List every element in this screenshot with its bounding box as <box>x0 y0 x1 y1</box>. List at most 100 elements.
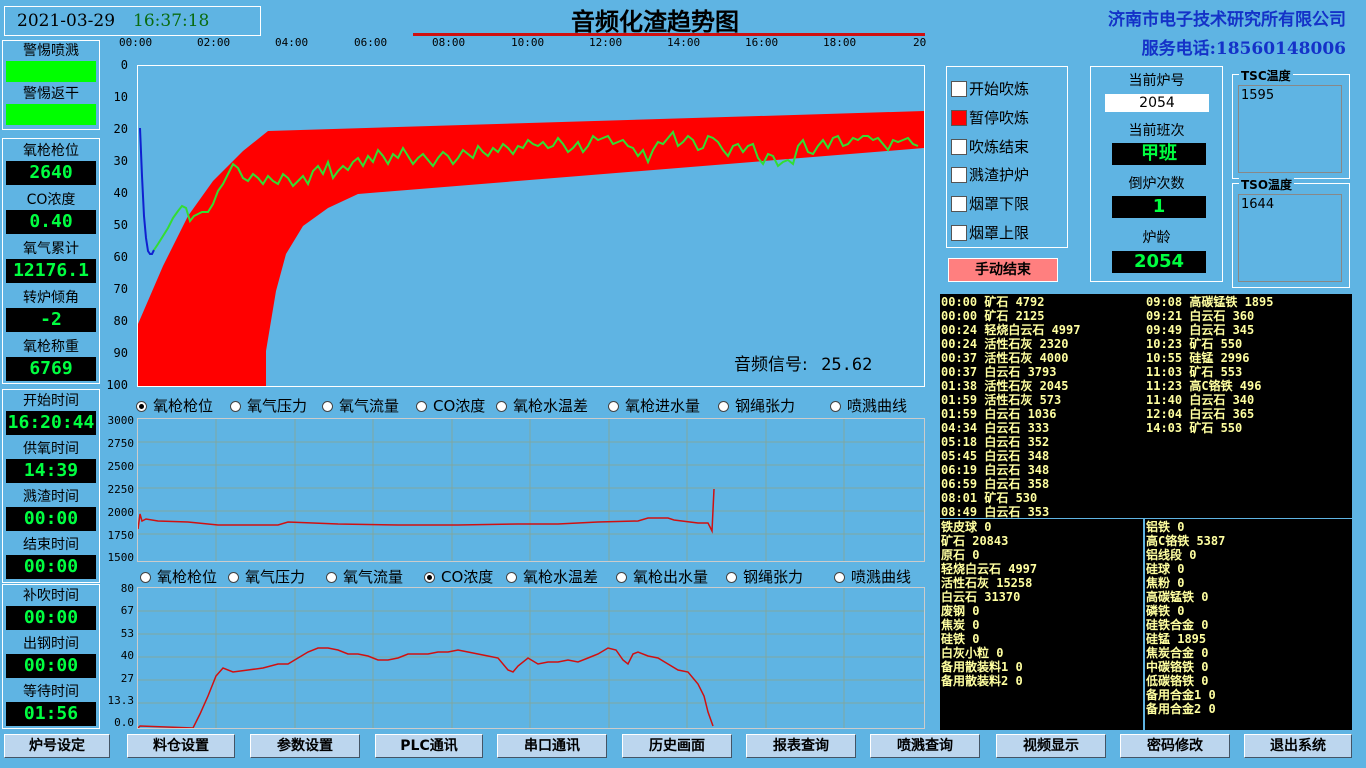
radio-chart2-splash-curve[interactable]: 喷溅曲线 <box>834 566 911 587</box>
tso-temp-panel: TSO温度 1644 <box>1232 176 1350 288</box>
checkbox-pause-blowing[interactable]: 暂停吹炼 <box>951 107 1029 128</box>
radio-chart1-rope-tension[interactable]: 钢绳张力 <box>718 395 795 416</box>
list-item: 备用散装料2 0 <box>941 674 1023 688</box>
times-panel-b: 补吹时间 00:00 出钢时间 00:00 等待时间 01:56 <box>2 584 100 729</box>
plc-comm-button[interactable]: PLC通讯 <box>375 734 483 758</box>
checkbox-start-blowing[interactable]: 开始吹炼 <box>951 78 1029 99</box>
y-tick: 67 <box>120 604 134 617</box>
time-start: 开始时间 16:20:44 <box>6 393 96 435</box>
x-tick: 20 <box>913 36 927 49</box>
checkbox-end-blowing[interactable]: 吹炼结束 <box>951 136 1029 157</box>
furnace-setup-button[interactable]: 炉号设定 <box>4 734 110 758</box>
radio-chart2-oxygen-pressure[interactable]: 氧气压力 <box>228 566 305 587</box>
company-name: 济南市电子技术研究所有限公司 <box>1108 10 1346 30</box>
totals-right-list: 铝铁 0 高C铬铁 5387 铝线段 0 硅球 0 焦粉 0 高碳锰铁 0 磷铁… <box>1146 520 1225 716</box>
list-item: 焦炭 0 <box>941 618 980 632</box>
list-item: 06:19 白云石 348 <box>941 463 1050 477</box>
checkbox-hood-lower-limit[interactable]: 烟罩下限 <box>951 193 1029 214</box>
radio-dot-icon <box>136 401 147 412</box>
serial-comm-button[interactable]: 串口通讯 <box>497 734 607 758</box>
alarm-dry-label: 警惕返干 <box>23 86 79 102</box>
radio-chart1-co[interactable]: CO浓度 <box>416 395 485 416</box>
history-button[interactable]: 历史画面 <box>622 734 732 758</box>
chart1-y-axis: 3000 2750 2500 2250 2000 1750 1500 <box>100 414 136 564</box>
audio-signal-readout: 音频信号: 25.62 <box>734 350 872 375</box>
radio-chart2-rope-tension[interactable]: 钢绳张力 <box>726 566 803 587</box>
param-oxygen-total: 氧气累计 12176.1 <box>3 237 99 286</box>
list-item: 09:08 高碳锰铁 1895 <box>1146 295 1274 309</box>
totals-left-panel: 铁皮球 0 矿石 20843 原石 0 轻烧白云石 4997 活性石灰 1525… <box>940 519 1143 730</box>
chart2-series-line <box>137 647 714 729</box>
page-title: 音频化渣趋势图 <box>571 7 739 36</box>
time-waiting: 等待时间 01:56 <box>3 681 99 729</box>
report-query-button[interactable]: 报表查询 <box>746 734 856 758</box>
chart1-svg <box>137 419 924 561</box>
radio-chart1-splash-curve[interactable]: 喷溅曲线 <box>830 395 907 416</box>
radio-chart1-lance-water-temp[interactable]: 氧枪水温差 <box>496 395 588 416</box>
list-item: 铝铁 0 <box>1146 520 1185 534</box>
list-item: 05:18 白云石 352 <box>941 435 1050 449</box>
list-item: 白灰小粒 0 <box>941 646 1004 660</box>
y-tick: 2000 <box>107 506 135 519</box>
shift-label: 当前班次 <box>1128 123 1185 139</box>
exit-button[interactable]: 退出系统 <box>1244 734 1352 758</box>
list-item: 铝线段 0 <box>1146 548 1197 562</box>
y-tick: 2750 <box>107 437 135 450</box>
list-item: 00:37 活性石灰 4000 <box>941 351 1069 365</box>
feed-log-right: 09:08 高碳锰铁 1895 09:21 白云石 360 09:49 白云石 … <box>1146 295 1273 435</box>
list-item: 轻烧白云石 4997 <box>941 562 1038 576</box>
list-item: 04:34 白云石 333 <box>941 421 1050 435</box>
param-lance-position: 氧枪枪位 2640 <box>3 139 99 188</box>
radio-dot-icon <box>726 572 737 583</box>
main-trend-svg <box>138 111 924 386</box>
radio-dot-icon <box>616 572 627 583</box>
radio-chart2-lance-water-temp[interactable]: 氧枪水温差 <box>506 566 598 587</box>
checkbox-icon <box>951 139 967 155</box>
furnace-age-value: 2054 <box>1112 251 1206 273</box>
chart2-series-selector: 氧枪枪位 氧气压力 氧气流量 CO浓度 氧枪水温差 氧枪出水量 钢绳张力 喷溅曲… <box>130 566 930 588</box>
splash-query-button[interactable]: 喷溅查询 <box>870 734 980 758</box>
furnace-info-panel: 当前炉号 2054 当前班次 甲班 倒炉次数 1 炉龄 2054 <box>1090 66 1223 282</box>
param-setup-button[interactable]: 参数设置 <box>250 734 360 758</box>
radio-chart1-oxygen-pressure[interactable]: 氧气压力 <box>230 395 307 416</box>
checkbox-icon <box>951 110 967 126</box>
list-item: 01:59 白云石 1036 <box>941 407 1057 421</box>
tsc-temp-value: 1595 <box>1238 85 1342 173</box>
password-change-button[interactable]: 密码修改 <box>1120 734 1230 758</box>
silo-setup-button[interactable]: 料仓设置 <box>127 734 235 758</box>
radio-chart1-lance-water-in[interactable]: 氧枪进水量 <box>608 395 700 416</box>
radio-chart1-lance-position[interactable]: 氧枪枪位 <box>136 395 213 416</box>
checkbox-slag-splashing[interactable]: 溅渣护炉 <box>951 164 1029 185</box>
radio-chart1-oxygen-flow[interactable]: 氧气流量 <box>322 395 399 416</box>
list-item: 活性石灰 15258 <box>941 576 1033 590</box>
chart1-grid <box>138 419 924 561</box>
checkbox-icon <box>951 167 967 183</box>
alarm-dry-indicator <box>6 104 96 125</box>
x-tick: 18:00 <box>823 36 857 49</box>
list-item: 06:59 白云石 358 <box>941 477 1050 491</box>
radio-chart2-co[interactable]: CO浓度 <box>424 566 493 587</box>
radio-chart2-oxygen-flow[interactable]: 氧气流量 <box>326 566 403 587</box>
param-co-concentration: CO浓度 0.40 <box>3 188 99 237</box>
video-display-button[interactable]: 视频显示 <box>996 734 1106 758</box>
list-item: 硅锰 1895 <box>1146 632 1207 646</box>
chart1-series-selector: 氧枪枪位 氧气压力 氧气流量 CO浓度 氧枪水温差 氧枪进水量 钢绳张力 喷溅曲… <box>130 395 930 417</box>
radio-chart2-lance-water-out[interactable]: 氧枪出水量 <box>616 566 708 587</box>
list-item: 11:40 白云石 340 <box>1146 393 1255 407</box>
manual-end-button[interactable]: 手动结束 <box>948 258 1058 282</box>
datetime-display: 2021-03-29 16:37:18 <box>4 6 261 36</box>
list-item: 备用散装料1 0 <box>941 660 1023 674</box>
tso-temp-value: 1644 <box>1238 194 1342 282</box>
y-tick: 100 <box>106 378 128 392</box>
x-tick: 16:00 <box>745 36 779 49</box>
radio-dot-icon <box>228 572 239 583</box>
y-tick: 90 <box>113 346 128 360</box>
chart2-svg <box>137 588 924 729</box>
radio-dot-icon <box>322 401 333 412</box>
radio-chart2-lance-position[interactable]: 氧枪枪位 <box>140 566 217 587</box>
list-item: 高C铬铁 5387 <box>1146 534 1226 548</box>
main-x-axis: 00:00 02:00 04:00 06:00 08:00 10:00 12:0… <box>113 36 928 52</box>
x-tick: 10:00 <box>511 36 545 49</box>
list-item: 硅球 0 <box>1146 562 1185 576</box>
checkbox-hood-upper-limit[interactable]: 烟罩上限 <box>951 222 1029 243</box>
